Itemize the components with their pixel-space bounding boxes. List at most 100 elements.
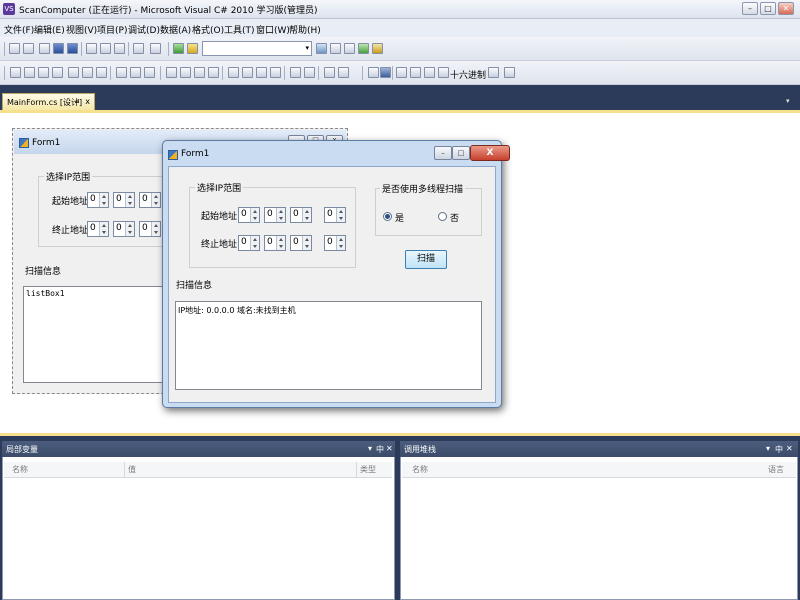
configuration-dropdown[interactable]: ▾ xyxy=(202,41,312,56)
design-start-octet-3[interactable]: 0 xyxy=(139,192,161,208)
align-grid-icon[interactable] xyxy=(96,67,107,78)
scan-result-listbox[interactable]: IP地址: 0.0.0.0 域名:未找到主机 xyxy=(175,301,482,390)
callstack-close-icon[interactable]: ✕ xyxy=(786,444,793,453)
hspace-increase-icon[interactable] xyxy=(180,67,191,78)
locals-close-icon[interactable]: ✕ xyxy=(386,444,393,453)
undo-icon[interactable] xyxy=(133,43,144,54)
solution-config-icon[interactable] xyxy=(187,43,198,54)
running-minimize-button[interactable]: – xyxy=(434,146,452,160)
hspace-equal-icon[interactable] xyxy=(166,67,177,78)
menu-format[interactable]: 格式(O) xyxy=(192,23,224,36)
hspace-decrease-icon[interactable] xyxy=(194,67,205,78)
locals-col-value[interactable]: 值 xyxy=(128,464,136,475)
bring-to-front-icon[interactable] xyxy=(324,67,335,78)
column-divider[interactable] xyxy=(356,462,357,478)
menu-project[interactable]: 项目(P) xyxy=(97,23,127,36)
align-center-icon[interactable] xyxy=(24,67,35,78)
send-to-back-icon[interactable] xyxy=(338,67,349,78)
vspace-increase-icon[interactable] xyxy=(242,67,253,78)
scan-result-item[interactable]: IP地址: 0.0.0.0 域名:未找到主机 xyxy=(178,305,296,316)
output-window-icon[interactable] xyxy=(504,67,515,78)
design-end-octet-3[interactable]: 0 xyxy=(139,221,161,237)
running-close-button[interactable]: X xyxy=(470,145,510,161)
align-left-icon[interactable] xyxy=(10,67,21,78)
run-start-octet-1[interactable]: 0 xyxy=(238,207,260,223)
show-next-statement-icon[interactable] xyxy=(396,67,407,78)
scan-button[interactable]: 扫描 xyxy=(405,250,447,269)
close-tab-icon[interactable]: x xyxy=(85,97,90,106)
copy-icon[interactable] xyxy=(100,43,111,54)
pin-icon[interactable]: ⊿ xyxy=(74,97,80,105)
menu-tools[interactable]: 工具(T) xyxy=(224,23,255,36)
run-start-octet-4[interactable]: 0 xyxy=(324,207,346,223)
paste-icon[interactable] xyxy=(114,43,125,54)
locals-col-type[interactable]: 类型 xyxy=(360,464,376,475)
cut-icon[interactable] xyxy=(86,43,97,54)
continue-icon[interactable] xyxy=(368,67,379,78)
save-all-icon[interactable] xyxy=(67,43,78,54)
design-end-octet-1[interactable]: 0 xyxy=(87,221,109,237)
stop-debugging-icon[interactable] xyxy=(380,67,391,78)
radio-no[interactable] xyxy=(438,212,447,221)
callstack-col-language[interactable]: 语言 xyxy=(768,464,784,475)
open-file-icon[interactable] xyxy=(39,43,50,54)
run-start-octet-2[interactable]: 0 xyxy=(264,207,286,223)
run-end-octet-2[interactable]: 0 xyxy=(264,235,286,251)
align-middle-icon[interactable] xyxy=(68,67,79,78)
callstack-menu-icon[interactable]: ▾ xyxy=(766,444,770,453)
maximize-button[interactable]: □ xyxy=(760,2,776,15)
design-listbox[interactable]: listBox1 xyxy=(23,286,165,383)
new-project-icon[interactable] xyxy=(9,43,20,54)
locals-col-name[interactable]: 名称 xyxy=(12,464,28,475)
solution-explorer-icon[interactable] xyxy=(358,43,369,54)
find-icon[interactable] xyxy=(316,43,327,54)
run-end-octet-4[interactable]: 0 xyxy=(324,235,346,251)
same-width-icon[interactable] xyxy=(116,67,127,78)
center-horizontally-icon[interactable] xyxy=(290,67,301,78)
run-end-octet-3[interactable]: 0 xyxy=(290,235,312,251)
vspace-equal-icon[interactable] xyxy=(228,67,239,78)
vspace-decrease-icon[interactable] xyxy=(256,67,267,78)
close-window-button[interactable]: ✕ xyxy=(778,2,794,15)
menu-debug[interactable]: 调试(D) xyxy=(128,23,160,36)
menu-data[interactable]: 数据(A) xyxy=(160,23,191,36)
vspace-remove-icon[interactable] xyxy=(270,67,281,78)
same-size-icon[interactable] xyxy=(144,67,155,78)
menu-view[interactable]: 视图(V) xyxy=(66,23,97,36)
callstack-pin-icon[interactable]: 中 xyxy=(775,444,783,455)
design-end-octet-2[interactable]: 0 xyxy=(113,221,135,237)
design-start-octet-2[interactable]: 0 xyxy=(113,192,135,208)
same-height-icon[interactable] xyxy=(130,67,141,78)
step-over-icon[interactable] xyxy=(424,67,435,78)
radio-yes[interactable] xyxy=(383,212,392,221)
locals-pin-icon[interactable]: 中 xyxy=(376,444,384,455)
object-browser-icon[interactable] xyxy=(372,43,383,54)
add-item-icon[interactable] xyxy=(23,43,34,54)
running-maximize-button[interactable]: □ xyxy=(452,146,470,160)
save-icon[interactable] xyxy=(53,43,64,54)
align-bottom-icon[interactable] xyxy=(82,67,93,78)
hspace-remove-icon[interactable] xyxy=(208,67,219,78)
menu-file[interactable]: 文件(F) xyxy=(4,23,34,36)
step-into-icon[interactable] xyxy=(410,67,421,78)
align-right-icon[interactable] xyxy=(38,67,49,78)
center-vertically-icon[interactable] xyxy=(304,67,315,78)
run-end-octet-1[interactable]: 0 xyxy=(238,235,260,251)
align-top-icon[interactable] xyxy=(52,67,63,78)
toolbox-icon[interactable] xyxy=(344,43,355,54)
run-start-octet-3[interactable]: 0 xyxy=(290,207,312,223)
tab-mainform-design[interactable]: MainForm.cs [设计] ⊿ x xyxy=(2,93,95,110)
design-start-octet-1[interactable]: 0 xyxy=(87,192,109,208)
step-out-icon[interactable] xyxy=(438,67,449,78)
redo-icon[interactable] xyxy=(150,43,161,54)
breakpoint-icon[interactable] xyxy=(488,67,499,78)
column-divider[interactable] xyxy=(124,462,125,478)
minimize-button[interactable]: – xyxy=(742,2,758,15)
menu-edit[interactable]: 编辑(E) xyxy=(34,23,65,36)
locals-menu-icon[interactable]: ▾ xyxy=(368,444,372,453)
callstack-col-name[interactable]: 名称 xyxy=(412,464,428,475)
hex-toggle-button[interactable]: 十六进制 xyxy=(450,68,486,81)
tab-list-chevron-icon[interactable]: ▾ xyxy=(786,97,790,105)
properties-icon[interactable] xyxy=(330,43,341,54)
menu-window[interactable]: 窗口(W) xyxy=(256,23,290,36)
